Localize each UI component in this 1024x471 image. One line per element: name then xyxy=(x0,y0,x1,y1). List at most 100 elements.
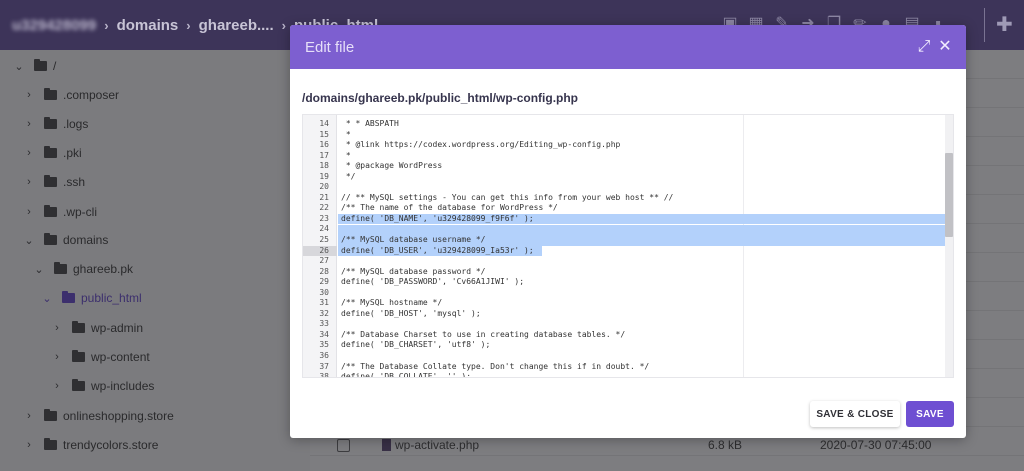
fullscreen-icon[interactable]: ⤢ xyxy=(915,38,933,56)
folder-tree: ⌄ / › .composer › .logs › .pki › .ssh › .wp-cli ⌄ dom… xyxy=(0,50,310,471)
chevron-right-icon[interactable]: › xyxy=(22,410,36,422)
line-number: 20 xyxy=(319,182,329,192)
chevron-right-icon[interactable]: › xyxy=(50,322,64,334)
tree-item[interactable]: ⌄ ghareeb.pk xyxy=(32,257,133,281)
breadcrumb-separator: › xyxy=(186,17,191,33)
folder-open-icon xyxy=(44,233,57,245)
chevron-down-icon[interactable]: ⌄ xyxy=(22,234,36,247)
editor-scrollbar[interactable] xyxy=(945,115,953,377)
code-line[interactable]: 32 define( 'DB_HOST', 'mysql' ); xyxy=(303,309,953,320)
code-line[interactable]: 20 xyxy=(303,182,953,193)
code-line[interactable]: 35 define( 'DB_CHARSET', 'utf8' ); xyxy=(303,340,953,351)
code-line[interactable]: 33 xyxy=(303,319,953,330)
code-line[interactable]: 28 /** MySQL database password */ xyxy=(303,266,953,278)
code-line[interactable]: 19 */ xyxy=(303,171,953,183)
tree-item-label: wp-admin xyxy=(91,321,144,335)
save-and-close-button[interactable]: SAVE & CLOSE xyxy=(810,401,900,427)
chevron-right-icon[interactable]: › xyxy=(22,147,36,159)
code-line[interactable]: 16 * @link https://codex.wordpress.org/E… xyxy=(303,140,953,151)
chevron-right-icon[interactable]: › xyxy=(22,206,36,218)
folder-icon xyxy=(44,409,57,421)
line-number: 19 xyxy=(319,171,329,181)
code-line[interactable]: 30 xyxy=(303,288,953,299)
breadcrumb-domains[interactable]: domains xyxy=(117,17,179,34)
line-number: 33 xyxy=(319,319,329,329)
dialog-title: Edit file xyxy=(305,38,355,56)
chevron-right-icon[interactable]: › xyxy=(22,118,36,130)
code-line[interactable]: 25 /** MySQL database username */ xyxy=(303,235,953,246)
code-line[interactable]: 14 * * ABSPATH xyxy=(303,119,953,130)
code-line[interactable]: 22 /** The name of the database for WordP… xyxy=(303,203,953,214)
tree-item[interactable]: › .composer xyxy=(22,83,119,107)
row-checkbox[interactable] xyxy=(337,438,350,452)
code-line[interactable]: 24 xyxy=(303,224,953,235)
tree-item[interactable]: › trendycolors.store xyxy=(22,433,158,457)
tree-item[interactable]: ⌄ domains xyxy=(22,228,108,252)
code-line[interactable]: 36 xyxy=(303,351,953,362)
tree-item[interactable]: › .wp-cli xyxy=(22,200,97,224)
chevron-down-icon[interactable]: ⌄ xyxy=(12,60,26,73)
upload-file-icon[interactable]: ✚ xyxy=(996,12,1020,38)
chevron-right-icon[interactable]: › xyxy=(50,380,64,392)
code-line[interactable]: 18 * @package WordPress xyxy=(303,161,953,172)
breadcrumb-domain[interactable]: ghareeb.... xyxy=(199,17,274,34)
folder-icon xyxy=(44,438,57,450)
file-date: 2020-07-30 07:45:00 xyxy=(820,438,932,452)
line-number: 18 xyxy=(319,161,329,171)
line-text: define( 'DB_COLLATE', '' ); xyxy=(341,372,472,378)
tree-item[interactable]: ⌄ public_html xyxy=(40,286,142,310)
file-path: /domains/ghareeb.pk/public_html/wp-confi… xyxy=(302,91,579,105)
line-number: 24 xyxy=(319,224,329,234)
tree-item-label: / xyxy=(53,59,57,73)
tree-item[interactable]: › .ssh xyxy=(22,170,85,194)
edit-file-dialog: Edit file ⤢ ✕ /domains/ghareeb.pk/public… xyxy=(290,25,966,438)
code-line[interactable]: 21 // ** MySQL settings - You can get thi… xyxy=(303,193,953,204)
code-line[interactable]: 37 /** The Database Collate type. Don't c… xyxy=(303,361,953,373)
chevron-down-icon[interactable]: ⌄ xyxy=(32,263,46,276)
line-number: 37 xyxy=(319,361,329,371)
tree-item[interactable]: › .logs xyxy=(22,112,88,136)
chevron-right-icon[interactable]: › xyxy=(50,351,64,363)
code-line[interactable]: 34 /** Database Charset to use in creatin… xyxy=(303,330,953,341)
code-lines[interactable]: 14 * * ABSPATH 15 * 16 * @link https://cod… xyxy=(303,119,953,378)
line-text: * @link https://codex.wordpress.org/Edit… xyxy=(341,140,621,150)
chevron-down-icon[interactable]: ⌄ xyxy=(40,292,54,305)
tree-item[interactable]: › wp-admin xyxy=(50,316,143,340)
line-number: 35 xyxy=(319,340,329,350)
line-text: /** MySQL database password */ xyxy=(341,266,486,276)
tree-item-label: wp-includes xyxy=(91,379,155,393)
line-text: /** MySQL database username */ xyxy=(341,235,486,245)
code-line[interactable]: 29 define( 'DB_PASSWORD', 'Cv66A1JIWI' ); xyxy=(303,277,953,288)
code-line[interactable]: 17 * xyxy=(303,151,953,162)
chevron-right-icon[interactable]: › xyxy=(22,89,36,101)
file-name[interactable]: wp-activate.php xyxy=(395,438,479,452)
tree-item[interactable]: ⌄ / xyxy=(12,54,56,78)
save-button[interactable]: SAVE xyxy=(906,401,954,427)
code-line[interactable]: 15 * xyxy=(303,130,953,141)
code-line[interactable]: 27 xyxy=(303,256,953,267)
tree-item[interactable]: › wp-content xyxy=(50,345,150,369)
tree-item-label: ghareeb.pk xyxy=(73,262,134,276)
close-icon[interactable]: ✕ xyxy=(936,38,954,56)
chevron-right-icon[interactable]: › xyxy=(22,176,36,188)
tree-item[interactable]: › .pki xyxy=(22,141,82,165)
chevron-right-icon[interactable]: › xyxy=(22,439,36,451)
code-line[interactable]: 23 define( 'DB_NAME', 'u329428099_f9F6f' … xyxy=(303,214,953,225)
folder-icon xyxy=(44,146,57,158)
folder-icon xyxy=(72,321,85,333)
toolbar-divider xyxy=(984,8,985,42)
tree-item-label: trendycolors.store xyxy=(63,438,159,452)
code-line[interactable]: 31 /** MySQL hostname */ xyxy=(303,298,953,309)
line-number: 36 xyxy=(319,351,329,361)
file-size: 6.8 kB xyxy=(708,438,743,452)
scrollbar-thumb[interactable] xyxy=(945,153,953,237)
code-line[interactable]: 26 define( 'DB_USER', 'u329428099_Ia53r' … xyxy=(303,246,953,257)
code-editor[interactable]: 14 * * ABSPATH 15 * 16 * @link https://cod… xyxy=(302,114,954,378)
breadcrumb-account[interactable]: u329428099 xyxy=(12,17,96,34)
tree-item[interactable]: › wp-includes xyxy=(50,374,154,398)
folder-open-icon xyxy=(54,262,67,274)
line-text: /** MySQL hostname */ xyxy=(341,298,443,308)
tree-item[interactable]: › onlineshopping.store xyxy=(22,404,174,428)
line-number: 29 xyxy=(319,277,329,287)
code-line[interactable]: 38 define( 'DB_COLLATE', '' ); xyxy=(303,372,953,378)
